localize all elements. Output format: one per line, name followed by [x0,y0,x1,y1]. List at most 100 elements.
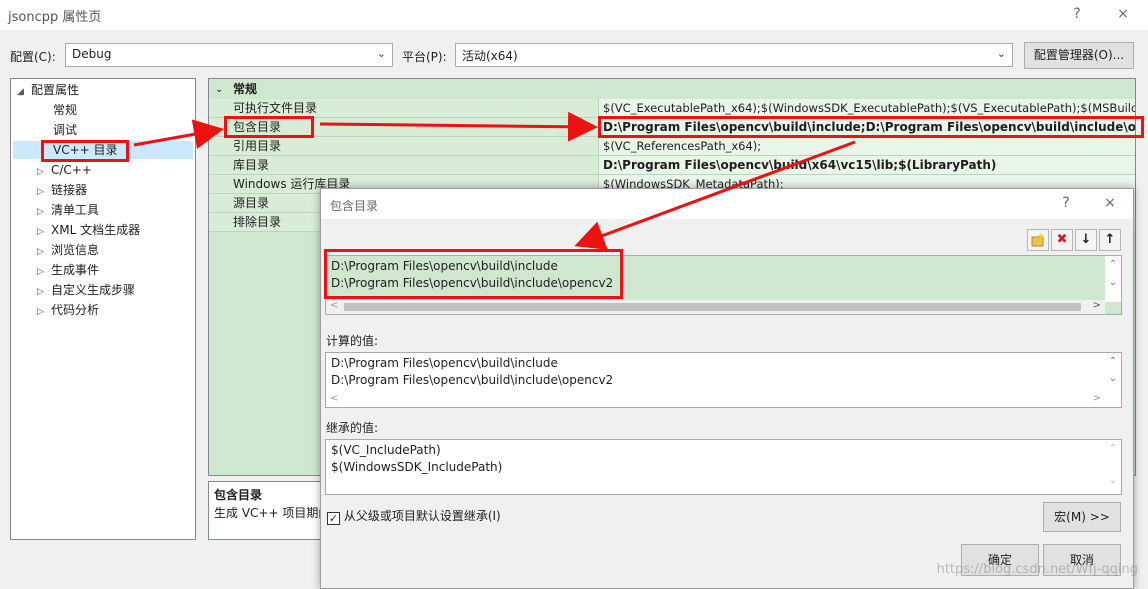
expand-triangle-icon[interactable]: ▷ [37,223,51,241]
close-icon[interactable]: × [1108,2,1138,26]
tree-item-label: 生成事件 [51,263,100,277]
chevron-down-icon: ⌄ [376,47,386,60]
grid-row-value[interactable]: $(VC_ExecutablePath_x64);$(WindowsSDK_Ex… [599,99,1135,118]
watermark: https://blog.csdn.net/Wfj-qqing [936,562,1138,577]
inherited-values-box[interactable]: $(VC_IncludePath) $(WindowsSDK_IncludePa… [325,439,1122,495]
grid-row[interactable]: 引用目录 $(VC_ReferencesPath_x64); [209,137,1135,156]
tree-item[interactable]: 常规 [13,101,77,119]
title-bar: jsoncpp 属性页 ? × [0,0,1148,30]
tree-item[interactable]: ▷ C/C++ [37,161,92,179]
horizontal-scrollbar[interactable]: < > [326,393,1105,407]
vertical-scrollbar[interactable]: ⌃ ⌄ [1105,440,1121,494]
grid-row-name: 可执行文件目录 [209,99,599,118]
help-icon[interactable]: ? [1062,2,1092,26]
window-title: jsoncpp 属性页 [8,10,102,25]
scroll-left-icon[interactable]: < [330,300,338,311]
grid-row-name: 库目录 [209,156,599,175]
scroll-right-icon[interactable]: > [1093,393,1101,404]
inherited-entry: $(VC_IncludePath) [331,443,441,457]
property-tree[interactable]: ◢ 配置属性 常规 调试 VC++ 目录 ▷ C/C++ ▷ 链接器 ▷ 清单工具 ▷ XML 文档生… [10,78,196,540]
chevron-down-icon: ⌄ [996,47,1006,60]
description-text: 生成 VC++ 项目期间 [214,506,331,520]
grid-row[interactable]: 包含目录 D:\Program Files\opencv\build\includ… [209,118,1135,137]
tree-item-label: 常规 [53,103,78,117]
platform-value: 活动(x64) [462,49,518,63]
scrollbar-thumb[interactable] [344,303,1081,311]
inherited-label: 继承的值: [326,421,379,435]
tree-item[interactable]: ▷ 代码分析 [37,301,99,319]
expand-triangle-icon[interactable]: ▷ [37,303,51,321]
scroll-left-icon[interactable]: < [330,393,338,404]
platform-label: 平台(P): [402,50,447,64]
expand-triangle-icon[interactable]: ▷ [37,163,51,181]
tree-item[interactable]: ▷ 清单工具 [37,201,99,219]
tree-item-label: VC++ 目录 [53,143,118,157]
move-down-icon[interactable]: ↓ [1075,229,1097,251]
tree-item[interactable]: ▷ 浏览信息 [37,241,99,259]
include-dir-entry[interactable]: D:\Program Files\opencv\build\include\op… [331,276,613,290]
delete-icon[interactable]: ✖ [1051,229,1073,251]
checkbox-check-icon[interactable]: ✓ [327,512,340,525]
tree-root[interactable]: ◢ 配置属性 [17,81,79,99]
include-dirs-editor[interactable]: D:\Program Files\opencv\build\include D:… [325,255,1122,315]
inherit-checkbox-label: 从父级或项目默认设置继承(I) [343,509,501,523]
tree-item[interactable]: ▷ XML 文档生成器 [37,221,140,239]
description-title: 包含目录 [214,488,263,502]
help-icon[interactable]: ? [1051,191,1081,215]
grid-row-value[interactable]: D:\Program Files\opencv\build\include;D:… [599,118,1135,137]
tree-item-label: 浏览信息 [51,243,100,257]
expand-triangle-icon[interactable]: ▷ [37,263,51,281]
expand-triangle-icon[interactable]: ▷ [37,283,51,301]
grid-category-general[interactable]: ⌄ 常规 [209,80,1135,99]
platform-combobox[interactable]: 活动(x64) ⌄ [455,43,1013,67]
grid-row-name: 包含目录 [209,118,599,137]
tree-item[interactable]: ▷ 链接器 [37,181,87,199]
grid-row-value[interactable]: D:\Program Files\opencv\build\x64\vc15\l… [599,156,1135,175]
config-value: Debug [72,47,112,61]
description-panel: 包含目录 生成 VC++ 项目期间 [208,481,331,540]
dialog-title: 包含目录 [330,199,379,213]
new-line-icon[interactable] [1027,229,1049,251]
chevron-down-icon: ⌄ [215,84,224,95]
evaluated-entry: D:\Program Files\opencv\build\include [331,356,558,370]
config-label: 配置(C): [10,50,56,64]
close-icon[interactable]: × [1095,191,1125,215]
vertical-scrollbar[interactable]: ⌃ ⌄ [1105,353,1121,395]
grid-category-label: 常规 [233,82,258,96]
tree-item[interactable]: VC++ 目录 [13,141,193,159]
dialog-title-bar: 包含目录 ? × [321,189,1133,219]
tree-item-label: 自定义生成步骤 [51,283,136,297]
inherited-entry: $(WindowsSDK_IncludePath) [331,460,503,474]
expand-triangle-icon[interactable]: ▷ [37,243,51,261]
tree-item-label: 代码分析 [51,303,100,317]
tree-item-label: XML 文档生成器 [51,223,141,237]
tree-root-label: 配置属性 [31,83,80,97]
evaluated-label: 计算的值: [326,334,379,348]
grid-row[interactable]: 库目录 D:\Program Files\opencv\build\x64\vc1… [209,156,1135,175]
config-combobox[interactable]: Debug ⌄ [65,43,393,67]
tree-item[interactable]: 调试 [13,121,77,139]
macro-button[interactable]: 宏(M) >> [1043,502,1121,532]
grid-row[interactable]: 可执行文件目录 $(VC_ExecutablePath_x64);$(Window… [209,99,1135,118]
include-dir-entry[interactable]: D:\Program Files\opencv\build\include [331,259,558,273]
tree-item-label: 调试 [53,123,78,137]
expand-triangle-icon[interactable]: ▷ [37,203,51,221]
tree-item-label: 链接器 [51,183,88,197]
tree-item-label: 清单工具 [51,203,100,217]
grid-row-value[interactable]: $(VC_ReferencesPath_x64); [599,137,1135,156]
scroll-right-icon[interactable]: > [1093,300,1101,311]
vertical-scrollbar[interactable]: ⌃ ⌄ [1105,256,1121,302]
evaluated-entry: D:\Program Files\opencv\build\include\op… [331,373,614,387]
include-dirs-dialog: 包含目录 ? × ✖ ↓ ↑ D:\Program Files\opencv\b… [320,188,1134,589]
evaluated-values-box[interactable]: D:\Program Files\opencv\build\include D:… [325,352,1122,408]
collapse-triangle-icon[interactable]: ◢ [17,83,31,101]
expand-triangle-icon[interactable]: ▷ [37,183,51,201]
tree-item-label: C/C++ [51,163,92,177]
inherit-checkbox-row[interactable]: ✓ 从父级或项目默认设置继承(I) [327,507,501,525]
tree-item[interactable]: ▷ 生成事件 [37,261,99,279]
horizontal-scrollbar[interactable]: < > [326,300,1105,314]
tree-item[interactable]: ▷ 自定义生成步骤 [37,281,135,299]
config-manager-button[interactable]: 配置管理器(O)... [1024,42,1134,69]
grid-row-name: 引用目录 [209,137,599,156]
move-up-icon[interactable]: ↑ [1099,229,1121,251]
